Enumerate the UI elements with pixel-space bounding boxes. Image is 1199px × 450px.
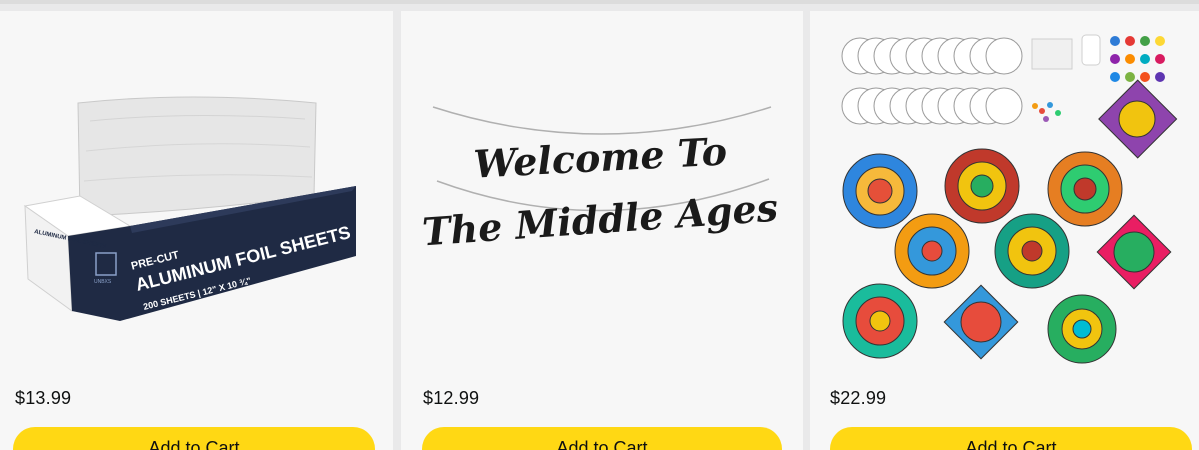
product-card-suncatcher-kit[interactable]: $22.99 Add to Cart: [810, 11, 1199, 450]
top-divider: [0, 0, 1199, 4]
add-to-cart-button[interactable]: Add to Cart: [13, 427, 375, 450]
add-to-cart-button[interactable]: Add to Cart: [422, 427, 782, 450]
product-price: $13.99: [15, 388, 72, 408]
product-card-aluminum-foil[interactable]: PRE-CUT ALUMINUM FOIL SHEETS 200 SHEETS …: [0, 11, 393, 450]
product-image-aluminum-foil[interactable]: PRE-CUT ALUMINUM FOIL SHEETS 200 SHEETS …: [0, 11, 393, 371]
banner-line-2: The Middle Ages: [421, 185, 780, 255]
banner-line-1: Welcome To: [473, 128, 729, 186]
product-price: $22.99: [830, 388, 887, 408]
product-image-banner[interactable]: Welcome To The Middle Ages: [401, 11, 803, 371]
add-to-cart-button[interactable]: Add to Cart: [830, 427, 1192, 450]
product-price: $12.99: [423, 388, 480, 408]
product-image-suncatcher-kit[interactable]: [810, 11, 1199, 371]
product-card-banner[interactable]: Welcome To The Middle Ages $12.99 Add to…: [401, 11, 803, 450]
box-brand: UNBXS: [94, 279, 112, 285]
